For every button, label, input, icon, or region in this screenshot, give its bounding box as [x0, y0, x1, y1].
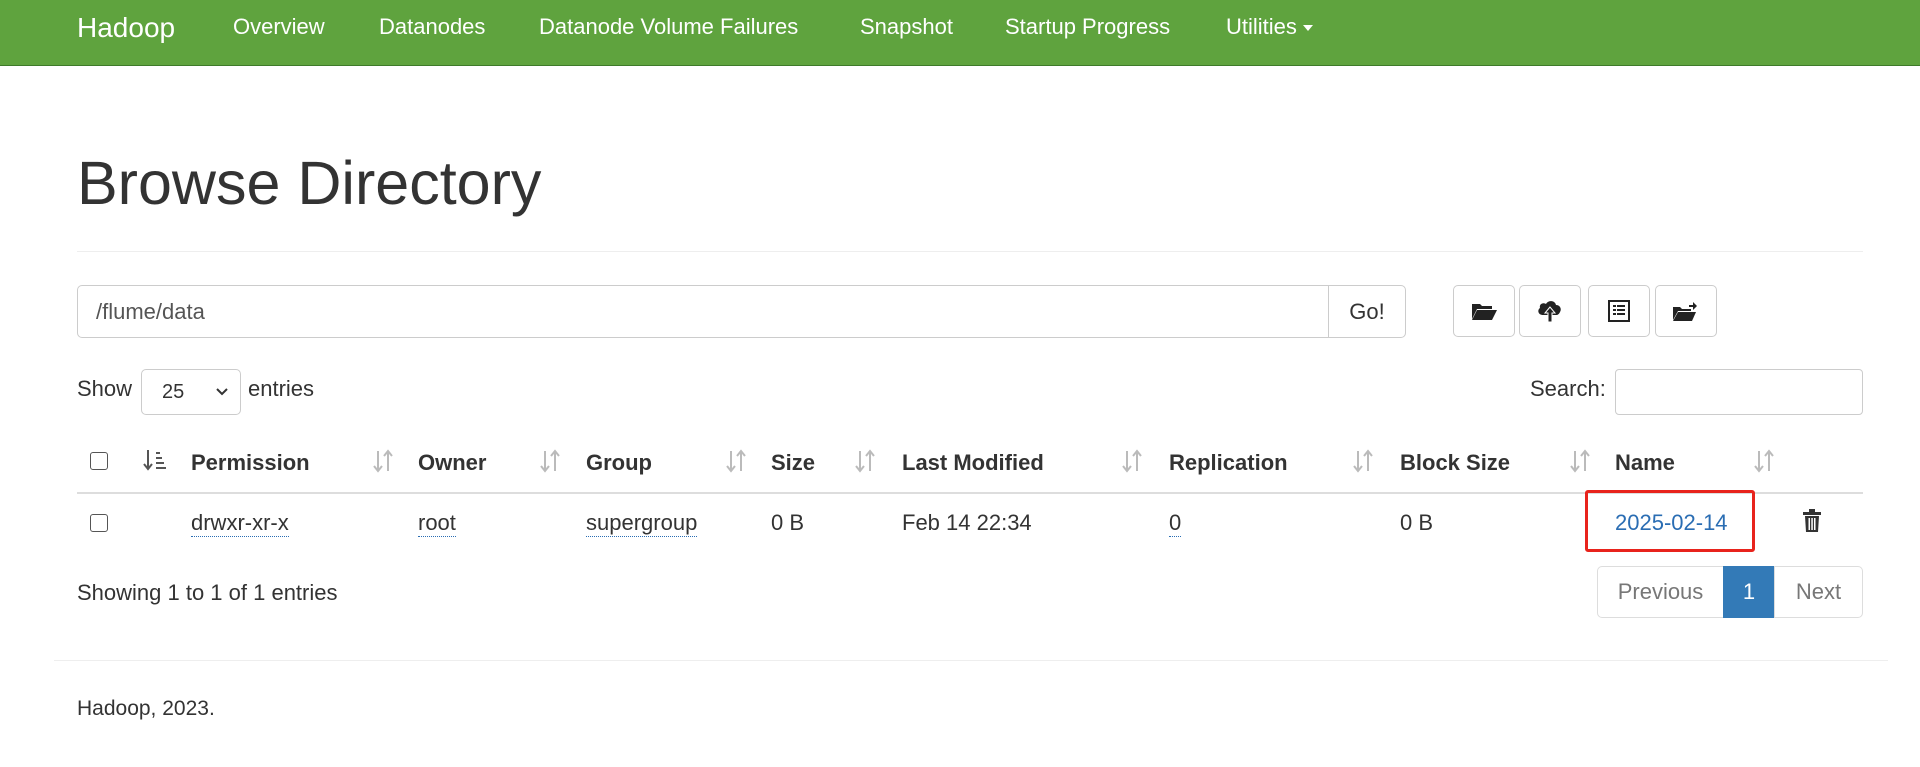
title-divider: [77, 251, 1863, 252]
show-label: Show: [77, 376, 133, 401]
page-1-button[interactable]: 1: [1723, 566, 1775, 618]
next-button[interactable]: Next: [1774, 566, 1863, 618]
page-size-select[interactable]: 25: [141, 369, 241, 415]
nav-snapshot[interactable]: Snapshot: [860, 0, 953, 66]
select-all-checkbox[interactable]: [90, 452, 108, 470]
sort-icon[interactable]: [1752, 448, 1776, 474]
sort-icon[interactable]: [724, 448, 748, 474]
upload-file-button[interactable]: [1519, 285, 1581, 337]
top-navbar: Hadoop Overview Datanodes Datanode Volum…: [0, 0, 1920, 66]
sort-icon[interactable]: [1568, 448, 1592, 474]
col-owner-header[interactable]: Owner: [418, 450, 486, 476]
go-button[interactable]: Go!: [1328, 285, 1406, 338]
nav-datanode-volume-failures[interactable]: Datanode Volume Failures: [539, 0, 798, 66]
previous-button[interactable]: Previous: [1597, 566, 1724, 618]
create-directory-button[interactable]: [1453, 285, 1515, 337]
cloud-upload-icon: [1538, 301, 1561, 323]
name-highlight-annotation: [1585, 490, 1755, 552]
col-replication-header[interactable]: Replication: [1169, 450, 1288, 476]
nav-datanodes[interactable]: Datanodes: [379, 0, 485, 66]
footer-text: Hadoop, 2023.: [77, 697, 215, 720]
col-size-header[interactable]: Size: [771, 450, 815, 476]
sort-icon[interactable]: [538, 448, 562, 474]
nav-overview[interactable]: Overview: [233, 0, 325, 66]
owner-cell[interactable]: root: [418, 510, 456, 537]
col-name-header[interactable]: Name: [1615, 450, 1675, 476]
entries-label: entries: [248, 376, 315, 401]
trash-icon[interactable]: [1801, 508, 1823, 534]
sort-icon[interactable]: [371, 448, 395, 474]
nav-startup-progress[interactable]: Startup Progress: [1005, 0, 1170, 66]
size-cell: 0 B: [771, 510, 805, 535]
list-view-button[interactable]: [1588, 285, 1650, 337]
table-info: Showing 1 to 1 of 1 entries: [77, 580, 338, 605]
row-checkbox[interactable]: [90, 514, 108, 532]
brand-logo[interactable]: Hadoop: [77, 0, 175, 66]
sort-asc-icon[interactable]: [143, 448, 167, 474]
page-size-value: 25: [162, 381, 185, 403]
search-input[interactable]: [1615, 369, 1863, 415]
move-folder-icon: [1673, 302, 1697, 321]
sort-icon[interactable]: [1120, 448, 1144, 474]
footer-divider: [54, 660, 1888, 661]
sort-icon[interactable]: [1351, 448, 1375, 474]
sort-icon[interactable]: [853, 448, 877, 474]
page-title: Browse Directory: [77, 149, 542, 217]
col-permission-header[interactable]: Permission: [191, 450, 310, 476]
directory-path-input[interactable]: [77, 285, 1329, 338]
last-modified-cell: Feb 14 22:34: [902, 510, 1032, 535]
block-size-cell: 0 B: [1400, 510, 1434, 535]
replication-cell[interactable]: 0: [1169, 510, 1182, 537]
open-folder-icon: [1472, 304, 1497, 320]
search-label: Search:: [1530, 376, 1606, 401]
nav-utilities-label: Utilities: [1226, 14, 1297, 39]
col-last-modified-header[interactable]: Last Modified: [902, 450, 1044, 476]
move-button[interactable]: [1655, 285, 1717, 337]
group-cell[interactable]: supergroup: [586, 510, 698, 537]
col-block-size-header[interactable]: Block Size: [1400, 450, 1510, 476]
list-icon: [1608, 300, 1630, 322]
chevron-down-icon: [216, 388, 228, 396]
permission-cell[interactable]: drwxr-xr-x: [191, 510, 289, 537]
col-group-header[interactable]: Group: [586, 450, 652, 476]
nav-utilities[interactable]: Utilities: [1226, 0, 1313, 66]
caret-down-icon: [1302, 25, 1313, 32]
